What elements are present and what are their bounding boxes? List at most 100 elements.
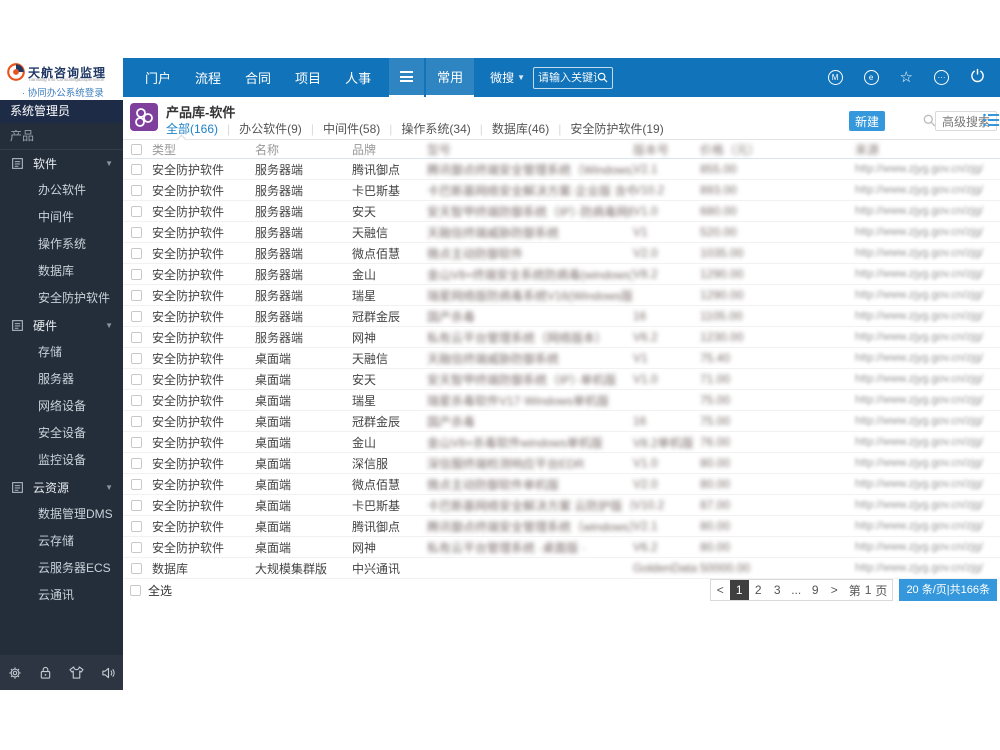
table-row[interactable]: 安全防护软件 桌面端 微点佰慧 微点主动防御软件单机版 V2.0 80.00 http://…	[123, 474, 1000, 495]
sidebar-item-存储[interactable]: 存储	[0, 339, 123, 366]
cell-source-link-blurred[interactable]: http://www.zjyg.gov.cn/zjg/	[855, 289, 1000, 301]
table-row[interactable]: 安全防护软件 桌面端 腾讯御点 腾讯御点终端安全管理系统（windows）·V2.1V…	[123, 516, 1000, 537]
row-checkbox[interactable]	[131, 247, 142, 259]
page-button-2[interactable]: 2	[749, 580, 768, 600]
power-icon[interactable]	[970, 68, 985, 88]
cell-source-link-blurred[interactable]: http://www.zjyg.gov.cn/zjg/	[855, 436, 1000, 448]
row-checkbox[interactable]	[131, 373, 142, 385]
cell-source-link-blurred[interactable]: http://www.zjyg.gov.cn/zjg/	[855, 310, 1000, 322]
nav-item-门户[interactable]: 门户	[137, 68, 179, 87]
table-row[interactable]: 数据库 大规模集群版 中兴通讯 GoldenData s...50000.00 http…	[123, 558, 1000, 579]
table-row[interactable]: 安全防护软件 服务器端 微点佰慧 微点主动防御软件 V2.0 1035.00 http://…	[123, 243, 1000, 264]
menu-hamburger-tab[interactable]	[389, 58, 425, 97]
new-button[interactable]: 新建	[849, 111, 885, 131]
row-checkbox[interactable]	[131, 331, 142, 343]
sidebar-item-办公软件[interactable]: 办公软件	[0, 177, 123, 204]
cell-source-link-blurred[interactable]: http://www.zjyg.gov.cn/zjg/	[855, 457, 1000, 469]
jump-current-page[interactable]: 1	[865, 583, 872, 597]
cell-source-link-blurred[interactable]: http://www.zjyg.gov.cn/zjg/	[855, 163, 1000, 175]
row-checkbox[interactable]	[131, 394, 142, 406]
tab-数据库(46)[interactable]: 数据库(46)	[492, 120, 549, 137]
sidebar-item-安全设备[interactable]: 安全设备	[0, 420, 123, 447]
table-row[interactable]: 安全防护软件 服务器端 冠群金辰 国产杀毒 16 1105.00 http://www.zj…	[123, 306, 1000, 327]
tab-中间件(58)[interactable]: 中间件(58)	[323, 120, 380, 137]
page-button-...[interactable]: ...	[787, 580, 806, 600]
row-checkbox[interactable]	[131, 310, 142, 322]
select-all-checkbox[interactable]	[130, 585, 141, 596]
sidebar-item-操作系统[interactable]: 操作系统	[0, 231, 123, 258]
shirt-icon[interactable]	[69, 666, 84, 679]
header-checkbox[interactable]	[131, 143, 142, 155]
e-circle-icon[interactable]: e	[863, 70, 879, 85]
sidebar-item-服务器[interactable]: 服务器	[0, 366, 123, 393]
nav-item-项目[interactable]: 项目	[287, 68, 329, 87]
table-row[interactable]: 安全防护软件 服务器端 卡巴斯基 卡巴斯基网络安全解决方案·企业版 含中区服务器2年,…	[123, 180, 1000, 201]
search-icon[interactable]	[597, 72, 608, 83]
sidebar-item-云服务器ECS[interactable]: 云服务器ECS	[0, 555, 123, 582]
cell-source-link-blurred[interactable]: http://www.zjyg.gov.cn/zjg/	[855, 352, 1000, 364]
sidebar-item-监控设备[interactable]: 监控设备	[0, 447, 123, 474]
list-view-icon[interactable]	[983, 113, 999, 127]
gear-icon[interactable]	[8, 666, 22, 680]
cell-source-link-blurred[interactable]: http://www.zjyg.gov.cn/zjg/	[855, 499, 1000, 511]
current-role-label[interactable]: 系统管理员	[0, 100, 123, 123]
cell-source-link-blurred[interactable]: http://www.zjyg.gov.cn/zjg/	[855, 478, 1000, 490]
more-circle-icon[interactable]: ···	[934, 70, 949, 85]
sidebar-item-网络设备[interactable]: 网络设备	[0, 393, 123, 420]
nav-item-人事[interactable]: 人事	[337, 68, 379, 87]
cell-source-link-blurred[interactable]: http://www.zjyg.gov.cn/zjg/	[855, 268, 1000, 280]
row-checkbox[interactable]	[131, 289, 142, 301]
table-row[interactable]: 安全防护软件 桌面端 金山 金山V8+杀毒软件windows单机版 V8.2单机版 76.…	[123, 432, 1000, 453]
cell-source-link-blurred[interactable]: http://www.zjyg.gov.cn/zjg/	[855, 562, 1000, 574]
table-row[interactable]: 安全防护软件 桌面端 网神 私有云平台管理系统 ·桌面版 · V6.2 80.00 http…	[123, 537, 1000, 558]
page-button-1[interactable]: 1	[729, 580, 749, 600]
cell-source-link-blurred[interactable]: http://www.zjyg.gov.cn/zjg/	[855, 331, 1000, 343]
sidebar-item-云存储[interactable]: 云存储	[0, 528, 123, 555]
table-row[interactable]: 安全防护软件 桌面端 安天 安天智甲终端防御系统（IP）·单机版 V1.0 71.00 ht…	[123, 369, 1000, 390]
lock-icon[interactable]	[39, 666, 52, 680]
row-checkbox[interactable]	[131, 499, 142, 511]
table-row[interactable]: 安全防护软件 服务器端 腾讯御点 腾讯御点终端安全管理系统（Windows版） V2.1…	[123, 159, 1000, 180]
row-checkbox[interactable]	[131, 352, 142, 364]
row-checkbox[interactable]	[131, 562, 142, 574]
sidebar-group-软件[interactable]: 软件 ▼	[0, 150, 123, 177]
table-row[interactable]: 安全防护软件 桌面端 深信服 深信服终端检测响应平台EDR V1.0 80.00 http:…	[123, 453, 1000, 474]
row-checkbox[interactable]	[131, 163, 142, 175]
cell-source-link-blurred[interactable]: http://www.zjyg.gov.cn/zjg/	[855, 205, 1000, 217]
cell-source-link-blurred[interactable]: http://www.zjyg.gov.cn/zjg/	[855, 373, 1000, 385]
cell-source-link-blurred[interactable]: http://www.zjyg.gov.cn/zjg/	[855, 247, 1000, 259]
cell-source-link-blurred[interactable]: http://www.zjyg.gov.cn/zjg/	[855, 184, 1000, 196]
sidebar-item-数据库[interactable]: 数据库	[0, 258, 123, 285]
table-row[interactable]: 安全防护软件 桌面端 冠群金辰 国产杀毒 16 75.00 http://www.zjyg.…	[123, 411, 1000, 432]
m-circle-icon[interactable]: M	[827, 70, 843, 85]
star-icon[interactable]: ☆	[900, 70, 913, 85]
tab-操作系统(34)[interactable]: 操作系统(34)	[401, 120, 470, 137]
row-checkbox[interactable]	[131, 184, 142, 196]
table-row[interactable]: 安全防护软件 桌面端 天融信 天融信终端威胁防御系统 V1 75.40 http://www…	[123, 348, 1000, 369]
table-row[interactable]: 安全防护软件 桌面端 瑞星 瑞星杀毒软件V17·Windows单机版 75.00 http…	[123, 390, 1000, 411]
global-search-input[interactable]	[538, 71, 598, 84]
sidebar-group-硬件[interactable]: 硬件 ▼	[0, 312, 123, 339]
sidebar-item-中间件[interactable]: 中间件	[0, 204, 123, 231]
speaker-icon[interactable]	[101, 666, 116, 680]
page-button-3[interactable]: 3	[768, 580, 787, 600]
table-row[interactable]: 安全防护软件 服务器端 瑞星 瑞星网络版防病毒系统V16(Windows版)·网络版本…	[123, 285, 1000, 306]
nav-item-合同[interactable]: 合同	[237, 68, 279, 87]
next-page-button[interactable]: >	[825, 580, 844, 600]
sidebar-item-数据管理DMS[interactable]: 数据管理DMS	[0, 501, 123, 528]
row-checkbox[interactable]	[131, 268, 142, 280]
oa-login-link[interactable]: · 协同办公系统登录	[22, 85, 104, 99]
table-row[interactable]: 安全防护软件 服务器端 金山 金山V8+终端安全系统防病毒(windows)网络版本V…	[123, 264, 1000, 285]
row-checkbox[interactable]	[131, 415, 142, 427]
cell-source-link-blurred[interactable]: http://www.zjyg.gov.cn/zjg/	[855, 226, 1000, 238]
cell-source-link-blurred[interactable]: http://www.zjyg.gov.cn/zjg/	[855, 541, 1000, 553]
sidebar-item-云通讯[interactable]: 云通讯	[0, 582, 123, 609]
row-checkbox[interactable]	[131, 457, 142, 469]
tab-办公软件(9)[interactable]: 办公软件(9)	[239, 120, 302, 137]
row-checkbox[interactable]	[131, 436, 142, 448]
row-checkbox[interactable]	[131, 226, 142, 238]
row-checkbox[interactable]	[131, 205, 142, 217]
table-row[interactable]: 安全防护软件 服务器端 网神 私有云平台管理系统（网络版本） V6.2 1230.00 ht…	[123, 327, 1000, 348]
sidebar-group-云资源[interactable]: 云资源 ▼	[0, 474, 123, 501]
pinned-tab-common[interactable]: 常用	[426, 58, 475, 97]
